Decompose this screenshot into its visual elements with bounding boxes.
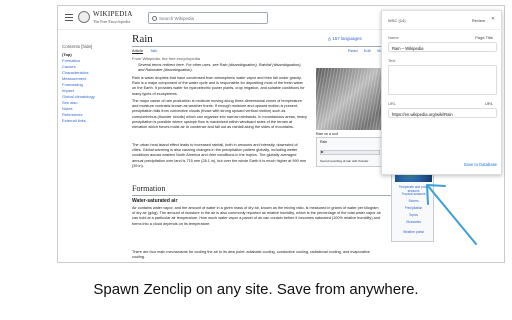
name-source-select[interactable]: Page Title	[475, 35, 493, 40]
popup-divider	[382, 29, 503, 30]
subsection-heading: Water-saturated air	[132, 198, 178, 204]
section-heading: Formation	[132, 184, 166, 193]
search-icon	[152, 16, 157, 21]
close-icon[interactable]: ✕	[489, 16, 497, 24]
tab-talk[interactable]: Talk	[150, 48, 157, 53]
name-label: Name	[388, 35, 399, 40]
wikipedia-logo-icon[interactable]	[78, 11, 90, 23]
article-paragraph: There are four main mechanisms for cooli…	[132, 250, 370, 260]
url-source-select[interactable]: URL	[485, 101, 493, 106]
search-placeholder: Search Wikipedia	[159, 16, 195, 21]
from-line: From Wikipedia, the free encyclopedia	[132, 56, 201, 61]
save-to-database-button[interactable]: Save to Database	[388, 162, 497, 167]
audio-progress[interactable]	[320, 150, 380, 155]
audio-player: Rain Sound recording of rain with thunde…	[316, 137, 386, 167]
review-button[interactable]: Review	[472, 18, 485, 23]
toc-item[interactable]: External links	[62, 118, 124, 124]
audio-label: Rain	[320, 140, 328, 144]
namespace-tabs: Article Talk	[132, 48, 163, 54]
table-of-contents: Contents [hide] (Top) Formation Causes C…	[62, 44, 124, 124]
article-paragraph: Air contains water vapor, and the amount…	[132, 206, 381, 226]
hatnote: Several terms redirect here. For other u…	[138, 63, 302, 73]
zenclip-popup: WSC (14) Review ✕ Name Page Title Rain –…	[381, 10, 503, 175]
tab-read[interactable]: Read	[348, 48, 358, 53]
menu-icon[interactable]	[65, 14, 73, 21]
languages-button[interactable]: A̲ 157 languages	[328, 36, 362, 41]
text-field[interactable]	[388, 65, 497, 95]
wikipedia-tagline: The Free Encyclopedia	[93, 19, 131, 24]
toc-heading[interactable]: Contents [hide]	[62, 44, 124, 49]
wikipedia-wordmark[interactable]: WIKIPEDIA	[93, 10, 133, 18]
tab-article[interactable]: Article	[132, 48, 144, 54]
text-label: Text	[388, 58, 396, 63]
search-input[interactable]: Search Wikipedia	[148, 12, 268, 24]
url-field[interactable]: https://en.wikipedia.org/wiki/Rain	[388, 108, 497, 118]
title-field[interactable]: Rain – Wikipedia	[388, 42, 497, 52]
pointer-arrow-icon	[426, 184, 477, 245]
article-paragraph: The urban heat island effect leads to in…	[132, 143, 307, 168]
audio-caption: Sound recording of rain with thunder	[320, 159, 369, 163]
popup-toolbar: WSC (14) Review ✕	[388, 16, 497, 25]
section-divider	[132, 195, 434, 196]
article-paragraph: Rain is water droplets that have condens…	[132, 76, 305, 96]
page-title: Rain	[132, 33, 153, 45]
tab-edit[interactable]: Edit	[364, 48, 371, 53]
play-icon[interactable]	[321, 151, 324, 153]
article-paragraph: The major cause of rain production is mo…	[132, 99, 307, 130]
url-label: URL	[388, 101, 397, 106]
popup-title: WSC (14)	[388, 18, 406, 23]
promo-caption: Spawn Zenclip on any site. Save from any…	[93, 281, 419, 298]
